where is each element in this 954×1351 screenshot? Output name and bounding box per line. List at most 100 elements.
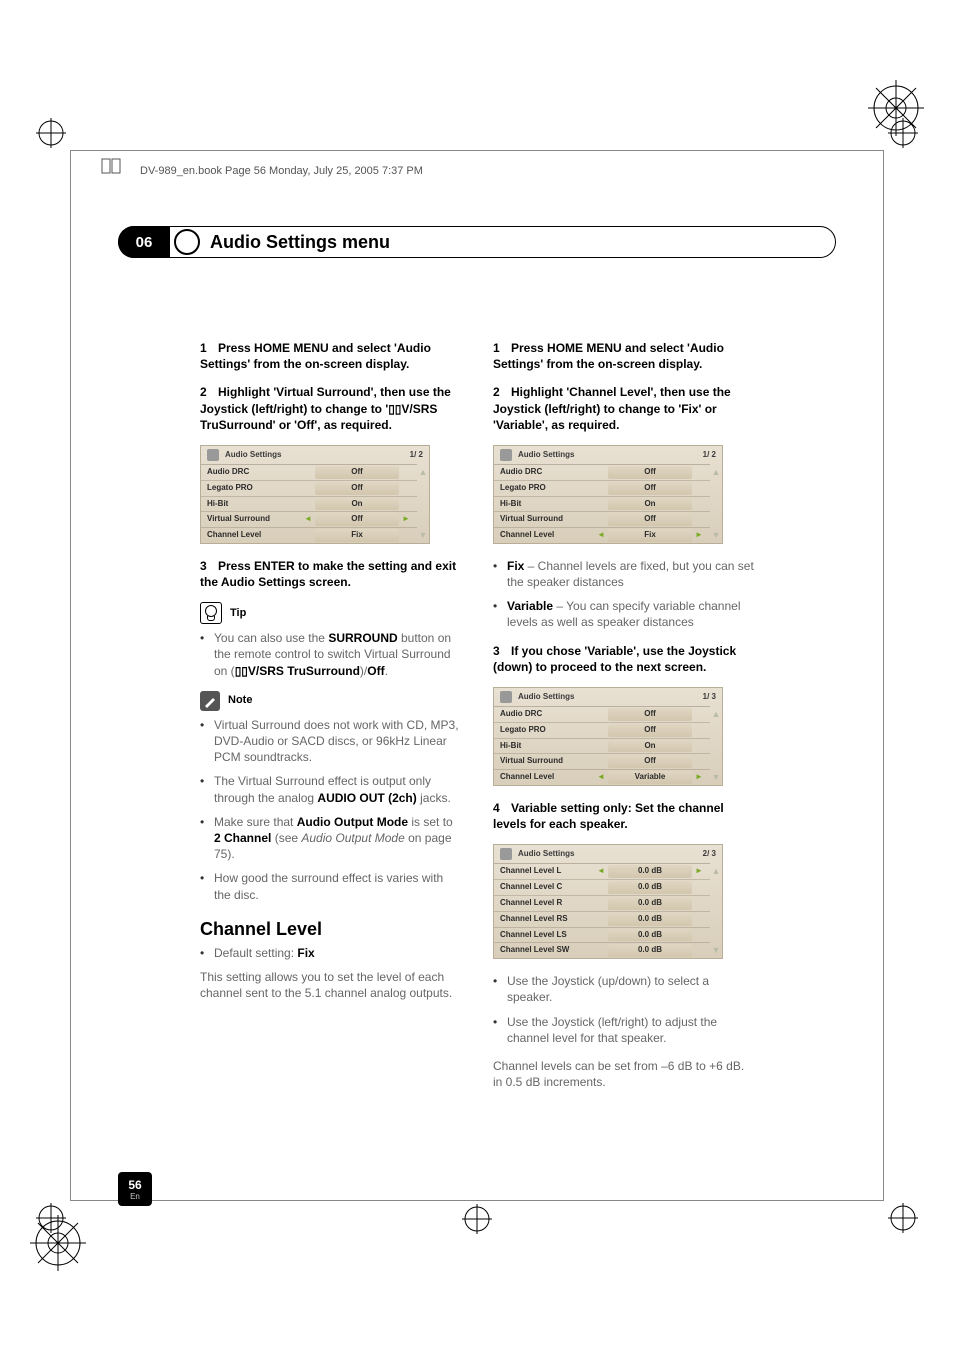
row-label: Virtual Surround (207, 514, 303, 525)
row-value: Fix (608, 529, 692, 542)
right-column: 1Press HOME MENU and select 'Audio Setti… (493, 340, 754, 1171)
section-heading: Channel Level (200, 917, 461, 941)
row-label: Channel Level C (500, 882, 596, 893)
list-item: Use the Joystick (left/right) to adjust … (493, 1014, 754, 1046)
list-item: Variable – You can specify variable chan… (493, 598, 754, 630)
settings-row: Legato PRO Off (201, 480, 417, 496)
chapter-number: 06 (118, 226, 170, 258)
left-arrow-icon: ◄ (596, 530, 606, 541)
settings-row: Legato PROOff (494, 480, 710, 496)
settings-row: Channel Level Fix (201, 527, 417, 543)
settings-row: Virtual SurroundOff (494, 753, 710, 769)
joystick-list: Use the Joystick (up/down) to select a s… (493, 973, 754, 1046)
row-label: Channel Level R (500, 898, 596, 909)
step-number: 2 (200, 384, 218, 400)
scroll-indicator: ▲▼ (710, 706, 722, 785)
settings-panel: Audio Settings1/ 2Audio DRCOffLegato PRO… (493, 445, 723, 544)
corner-burst-icon (868, 80, 924, 136)
step-number: 4 (493, 800, 511, 816)
panel-title: Audio Settings (518, 849, 574, 860)
settings-row: Audio DRC Off (494, 706, 710, 722)
row-label: Hi-Bit (500, 499, 596, 510)
settings-row: Channel Level SW 0.0 dB (494, 942, 710, 958)
default-setting: Default setting: Fix (200, 945, 461, 961)
tip-label: Tip (230, 606, 246, 621)
row-label: Hi-Bit (207, 499, 303, 510)
row-value: 0.0 dB (608, 865, 692, 878)
step-text: Press HOME MENU and select 'Audio Settin… (200, 341, 431, 371)
content-area: 1Press HOME MENU and select 'Audio Setti… (200, 340, 754, 1171)
row-value: Off (315, 466, 399, 479)
row-value: Fix (315, 529, 399, 542)
row-label: Virtual Surround (500, 756, 596, 767)
row-value: Off (608, 482, 692, 495)
settings-panel: Audio Settings1/ 3Audio DRCOffLegato PRO… (493, 687, 723, 786)
tip-list: You can also use the SURROUND button on … (200, 630, 461, 679)
registration-mark-icon (462, 1204, 492, 1239)
scroll-indicator: ▲▼ (710, 863, 722, 958)
step-text: If you chose 'Variable', use the Joystic… (493, 644, 736, 674)
row-label: Audio DRC (500, 709, 596, 720)
panel-title: Audio Settings (225, 450, 281, 461)
row-label: Audio DRC (500, 467, 596, 478)
right-arrow-icon: ► (401, 514, 411, 525)
list-item: Make sure that Audio Output Mode is set … (200, 814, 461, 863)
row-label: Channel Level (500, 530, 596, 541)
list-item: How good the surround effect is varies w… (200, 870, 461, 902)
row-value: Off (608, 724, 692, 737)
panel-pager: 1/ 2 (703, 450, 716, 461)
settings-row: Channel Level LS 0.0 dB (494, 927, 710, 943)
step-number: 3 (200, 558, 218, 574)
list-item: Virtual Surround does not work with CD, … (200, 717, 461, 766)
settings-row: Audio DRCOff (494, 464, 710, 480)
settings-row: Hi-BitOn (494, 738, 710, 754)
settings-row: Legato PROOff (494, 722, 710, 738)
settings-panel: Audio Settings1/ 2Audio DRCOffLegato PRO… (200, 445, 430, 544)
row-value: Off (315, 482, 399, 495)
row-value: 0.0 dB (608, 944, 692, 957)
body-text: This setting allows you to set the level… (200, 969, 461, 1001)
settings-row: Channel Level◄Variable► (494, 769, 710, 785)
scroll-indicator: ▲▼ (417, 464, 429, 543)
body-text: Channel levels can be set from –6 dB to … (493, 1058, 754, 1090)
fix-variable-list: Fix – Channel levels are fixed, but you … (493, 558, 754, 631)
settings-panel: Audio Settings2/ 3Channel Level L◄0.0 dB… (493, 844, 723, 959)
step-number: 3 (493, 643, 511, 659)
row-label: Channel Level (207, 530, 303, 541)
row-value: 0.0 dB (608, 913, 692, 926)
step-text: Highlight 'Channel Level', then use the … (493, 385, 731, 431)
row-label: Channel Level SW (500, 945, 596, 956)
speaker-icon (500, 691, 512, 703)
list-item: The Virtual Surround effect is output on… (200, 773, 461, 805)
step-number: 1 (493, 340, 511, 356)
row-value: 0.0 dB (608, 929, 692, 942)
row-label: Virtual Surround (500, 514, 596, 525)
right-arrow-icon: ► (694, 530, 704, 541)
scroll-indicator: ▲▼ (710, 464, 722, 543)
step-text: Press HOME MENU and select 'Audio Settin… (493, 341, 724, 371)
panel-pager: 2/ 3 (703, 849, 716, 860)
row-value: 0.0 dB (608, 881, 692, 894)
row-value: On (608, 498, 692, 511)
row-value: On (315, 498, 399, 511)
page-language: En (130, 1192, 140, 1201)
left-arrow-icon: ◄ (303, 514, 313, 525)
note-list: Virtual Surround does not work with CD, … (200, 717, 461, 903)
step-text: Highlight 'Virtual Surround', then use t… (200, 385, 451, 431)
row-label: Channel Level LS (500, 930, 596, 941)
settings-row: Virtual SurroundOff (494, 511, 710, 527)
row-label: Legato PRO (207, 483, 303, 494)
settings-row: Audio DRC Off (201, 464, 417, 480)
row-label: Channel Level (500, 772, 596, 783)
settings-row: Channel Level◄Fix► (494, 527, 710, 543)
corner-burst-icon (30, 1215, 86, 1271)
settings-row: Hi-Bit On (494, 496, 710, 512)
left-column: 1Press HOME MENU and select 'Audio Setti… (200, 340, 461, 1171)
step-number: 1 (200, 340, 218, 356)
settings-row: Channel Level C 0.0 dB (494, 879, 710, 895)
row-label: Audio DRC (207, 467, 303, 478)
row-label: Hi-Bit (500, 741, 596, 752)
panel-title: Audio Settings (518, 450, 574, 461)
step-text: Variable setting only: Set the channel l… (493, 801, 724, 831)
row-value: Off (608, 708, 692, 721)
